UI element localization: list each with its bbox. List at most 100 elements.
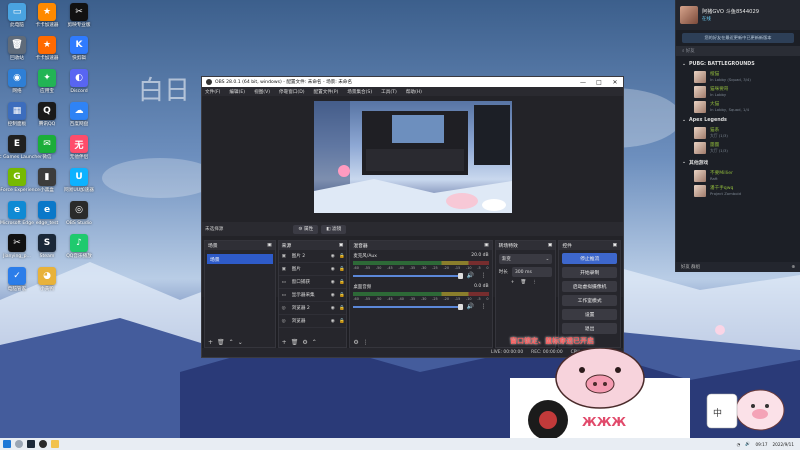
close-button[interactable]: ✕ — [607, 79, 623, 86]
source-row[interactable]: ◎ 浏览器 2 ◉ 🔒 — [278, 302, 347, 315]
add-icon[interactable]: + — [282, 339, 287, 346]
desktop-icon[interactable]: ✦ 应用宝 — [32, 69, 62, 94]
eye-icon[interactable]: ◉ — [328, 254, 337, 259]
steam-profile[interactable]: 阿猪GVO 斗鱼8544029 在线 — [676, 0, 800, 30]
network-icon[interactable]: ◔ — [737, 442, 741, 447]
obs-taskbar-icon[interactable] — [39, 440, 47, 448]
obs-titlebar[interactable]: OBS 28.0.1 (64 bit, windows) - 配置文件: 未命名… — [202, 77, 623, 87]
avatar[interactable] — [680, 6, 698, 24]
lock-icon[interactable]: 🔒 — [337, 319, 346, 324]
friend-group-header[interactable]: ⌄ PUBG: BATTLEGROUNDS — [676, 58, 800, 69]
trash-icon[interactable]: 🗑 — [217, 339, 225, 346]
settings-button[interactable]: 设置 — [562, 309, 618, 320]
trash-icon[interactable]: 🗑 — [291, 339, 299, 346]
menu-docks[interactable]: 停靠窗口(D) — [279, 89, 305, 95]
kebab-icon[interactable]: ⋮ — [479, 303, 489, 310]
menu-help[interactable]: 帮助(H) — [406, 89, 422, 95]
gear-icon[interactable]: ⚙ — [353, 339, 358, 346]
friend-row[interactable]: 不要Millier Raft — [676, 168, 800, 183]
desktop-icon[interactable]: e edge_test — [32, 201, 62, 226]
kebab-icon[interactable]: ⋮ — [363, 339, 369, 346]
properties-button[interactable]: ⚙ 属性 — [293, 224, 319, 234]
lock-icon[interactable]: 🔒 — [337, 306, 346, 311]
desktop-icon[interactable]: 🗑 回收站 — [2, 36, 32, 61]
volume-icon[interactable]: 🔊 — [745, 441, 750, 447]
friend-group-header[interactable]: ⌄ Apex Legends — [676, 114, 800, 125]
dock-undock-icon[interactable]: ▣ — [339, 243, 344, 248]
menu-view[interactable]: 视图(V) — [254, 89, 270, 95]
eye-icon[interactable]: ◉ — [328, 293, 337, 298]
duration-input[interactable]: 300 ms — [511, 267, 553, 277]
volume-fader[interactable]: 🔊 ⋮ — [353, 272, 488, 279]
dock-undock-icon[interactable]: ▣ — [267, 243, 272, 248]
desktop-icon[interactable]: e Microsoft Edge — [0, 201, 34, 226]
exit-button[interactable]: 退出 — [562, 323, 618, 334]
desktop-icon[interactable]: ♪ QQ音乐播放 — [64, 234, 94, 259]
lock-icon[interactable]: 🔒 — [337, 267, 346, 272]
start-recording-button[interactable]: 开始录制 — [562, 267, 618, 278]
speaker-icon[interactable]: 🔊 — [466, 272, 476, 279]
preview-canvas[interactable] — [314, 101, 512, 213]
start-virtual-camera-button[interactable]: 启动虚拟摄像机 — [562, 281, 618, 292]
source-row[interactable]: ◎ 浏览器 ◉ 🔒 — [278, 315, 347, 328]
desktop-icon[interactable]: ◉ 网络 — [2, 69, 32, 94]
menu-profile[interactable]: 配置文件(P) — [314, 89, 339, 95]
speaker-icon[interactable]: 🔊 — [466, 303, 476, 310]
clock-date[interactable]: 2022/9/11 — [773, 442, 794, 447]
arrow-up-icon[interactable]: ⌃ — [229, 339, 234, 346]
desktop-icon[interactable]: ◐ Discord — [64, 69, 94, 94]
search-icon[interactable] — [15, 440, 23, 448]
friend-row[interactable]: 潘千手qwq Project Zomboid — [676, 183, 800, 198]
dock-undock-icon[interactable]: ▣ — [548, 243, 553, 248]
add-friend-icon[interactable]: ⊕ — [791, 265, 795, 270]
desktop-icon[interactable]: ▭ 此电脑 — [2, 3, 32, 28]
steam-footer-label[interactable]: 好友 群组 — [681, 264, 700, 270]
desktop-icon[interactable]: ◕ 小黄鸭 — [32, 267, 62, 292]
dock-undock-icon[interactable]: ▣ — [484, 243, 489, 248]
scene-item[interactable]: 场景 — [207, 254, 273, 264]
steam-friends-window[interactable]: 阿猪GVO 斗鱼8544029 在线 您的好友在最近更新中已更新新版本 ⌕ 好友… — [675, 0, 800, 272]
kebab-icon[interactable]: ⋮ — [532, 280, 537, 285]
steam-notice[interactable]: 您的好友在最近更新中已更新新版本 — [682, 33, 794, 43]
friend-row[interactable]: 團團 大厅 (1/3) — [676, 140, 800, 155]
desktop-icon[interactable]: K 快剪辑 — [64, 36, 94, 61]
desktop-icon[interactable]: ☁ 百度网盘 — [64, 102, 94, 127]
arrow-up-icon[interactable]: ⌃ — [312, 339, 317, 346]
steam-taskbar-icon[interactable] — [27, 440, 35, 448]
desktop-icon[interactable]: ✉ 微信 — [32, 135, 62, 160]
friends-search[interactable]: ⌕ 好友 — [676, 46, 800, 56]
desktop-icon[interactable]: ▦ 控制面板 — [2, 102, 32, 127]
eye-icon[interactable]: ◉ — [328, 306, 337, 311]
desktop-icon[interactable]: ◎ OBS Studio — [64, 201, 94, 226]
desktop-icon[interactable]: GGeForce Experience — [0, 168, 40, 193]
trash-icon[interactable]: 🗑 — [520, 280, 526, 285]
transition-select[interactable]: 渐变 ⌄ — [498, 254, 553, 264]
dock-undock-icon[interactable]: ▣ — [612, 243, 617, 248]
steam-status[interactable]: 在线 — [702, 16, 759, 22]
add-icon[interactable]: + — [511, 280, 515, 285]
lock-icon[interactable]: 🔒 — [337, 280, 346, 285]
friend-row[interactable]: 猫系 大厅 (1/3) — [676, 125, 800, 140]
lock-icon[interactable]: 🔒 — [337, 254, 346, 259]
add-icon[interactable]: + — [208, 339, 213, 346]
menu-scene-collection[interactable]: 场景集合(S) — [347, 89, 372, 95]
source-row[interactable]: ▭ 窗口捕获 ◉ 🔒 — [278, 276, 347, 289]
maximize-button[interactable]: □ — [591, 79, 607, 86]
friend-group-header[interactable]: ⌄ 其他游戏 — [676, 155, 800, 168]
lock-icon[interactable]: 🔒 — [337, 293, 346, 298]
eye-icon[interactable]: ◉ — [328, 280, 337, 285]
minimize-button[interactable]: — — [575, 79, 591, 86]
studio-mode-button[interactable]: 工作室模式 — [562, 295, 618, 306]
menu-file[interactable]: 文件(F) — [205, 89, 220, 95]
explorer-taskbar-icon[interactable] — [51, 440, 59, 448]
menu-tools[interactable]: 工具(T) — [381, 89, 397, 95]
obs-window[interactable]: OBS 28.0.1 (64 bit, windows) - 配置文件: 未命名… — [201, 76, 624, 358]
friend-row[interactable]: 大猫 In Lobby, Squad, 1/4 — [676, 99, 800, 114]
desktop-icon[interactable]: U 网易UU加速器 — [64, 168, 94, 193]
friend-row[interactable]: 橙猫 In Lobby (Squad, 3/4) — [676, 69, 800, 84]
eye-icon[interactable]: ◉ — [328, 319, 337, 324]
desktop-icon[interactable]: ✂ Jianying_p... — [2, 234, 32, 259]
eye-icon[interactable]: ◉ — [328, 267, 337, 272]
desktop-icon[interactable]: Q 腾讯QQ — [32, 102, 62, 127]
source-row[interactable]: ▣ 图片 2 ◉ 🔒 — [278, 250, 347, 263]
